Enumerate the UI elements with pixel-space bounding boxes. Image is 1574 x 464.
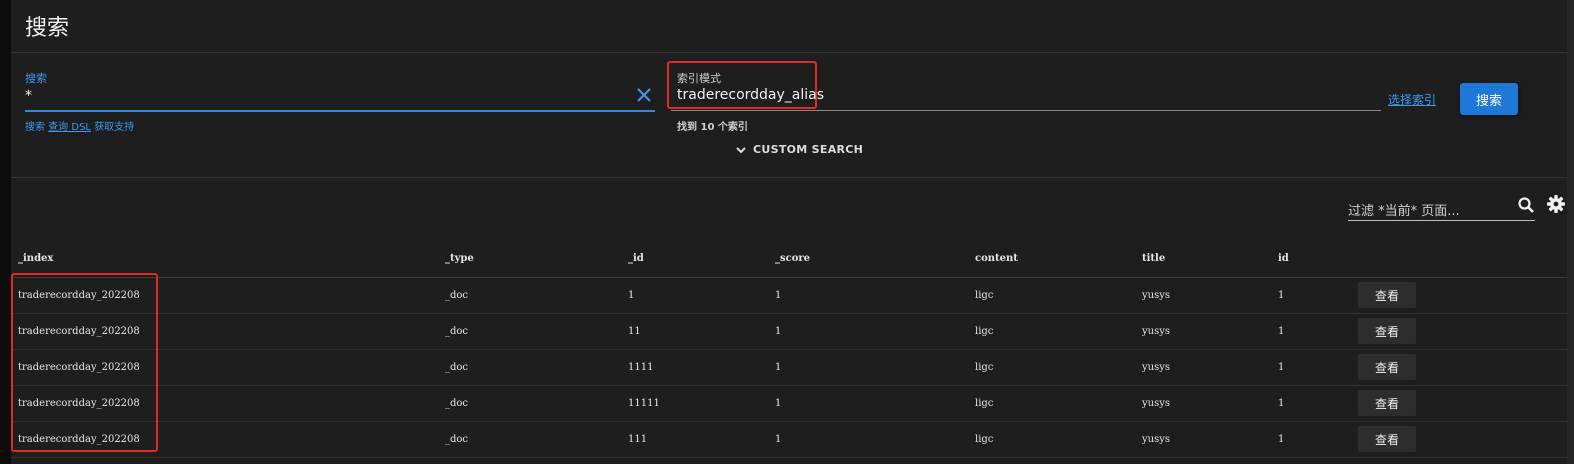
- search-link-label: 搜索: [25, 122, 45, 133]
- search-input[interactable]: 搜索 *: [25, 66, 655, 112]
- cell-score: 1: [775, 290, 782, 301]
- column-header-title[interactable]: title: [1142, 240, 1165, 277]
- cell-content: ligc: [975, 398, 994, 409]
- cell-content: ligc: [975, 290, 994, 301]
- close-icon[interactable]: [635, 86, 653, 104]
- section-divider: [11, 177, 1567, 178]
- cell-index: traderecordday_202208: [18, 290, 140, 301]
- table-row: traderecordday_202208 _doc 11 1 ligc yus…: [11, 314, 1567, 350]
- cell-content: ligc: [975, 362, 994, 373]
- column-header-score[interactable]: _score: [775, 240, 810, 277]
- cell-index: traderecordday_202208: [18, 326, 140, 337]
- cell-doc-id: 1: [1278, 326, 1285, 337]
- cell-type: _doc: [445, 434, 469, 445]
- table-row: traderecordday_202208 _doc 111 1 ligc yu…: [11, 422, 1567, 458]
- cell-title: yusys: [1142, 362, 1171, 373]
- cell-id: 1: [628, 290, 635, 301]
- cell-content: ligc: [975, 434, 994, 445]
- search-button[interactable]: 搜索: [1460, 83, 1518, 115]
- cell-title: yusys: [1142, 434, 1171, 445]
- cell-type: _doc: [445, 290, 469, 301]
- view-button[interactable]: 查看: [1358, 282, 1416, 308]
- table-row: traderecordday_202208 _doc 1111 1 ligc y…: [11, 350, 1567, 386]
- cell-type: _doc: [445, 326, 469, 337]
- search-input-label: 搜索: [25, 72, 47, 85]
- cell-score: 1: [775, 362, 782, 373]
- query-dsl-link[interactable]: 查询 DSL: [48, 122, 91, 133]
- table-row: traderecordday_202208 _doc 11111 1 ligc …: [11, 386, 1567, 422]
- left-strip: [0, 0, 11, 464]
- table-row: traderecordday_202208 _doc 1 1 ligc yusy…: [11, 278, 1567, 314]
- cell-content: ligc: [975, 326, 994, 337]
- get-support-link[interactable]: 获取支持: [94, 122, 134, 133]
- cell-score: 1: [775, 434, 782, 445]
- cell-id: 1111: [628, 362, 654, 373]
- column-header-type[interactable]: _type: [445, 240, 474, 277]
- cell-index: traderecordday_202208: [18, 398, 140, 409]
- custom-search-label: CUSTOM SEARCH: [753, 143, 864, 156]
- app-panel: 搜索 搜索 * 搜索 查询 DSL 获取支持 索引模式 traderecordd…: [11, 0, 1574, 464]
- scrollbar-track[interactable]: [1567, 0, 1574, 464]
- cell-type: _doc: [445, 362, 469, 373]
- results-table: _index _type _id _score content title id…: [11, 240, 1567, 458]
- cell-doc-id: 1: [1278, 290, 1285, 301]
- view-button[interactable]: 查看: [1358, 390, 1416, 416]
- table-header: _index _type _id _score content title id: [11, 240, 1567, 278]
- custom-search-toggle[interactable]: CUSTOM SEARCH: [735, 143, 863, 156]
- choose-index-link[interactable]: 选择索引: [1388, 91, 1436, 108]
- filter-placeholder: 过滤 *当前* 页面...: [1348, 204, 1460, 219]
- cell-title: yusys: [1142, 398, 1171, 409]
- column-header-doc-id[interactable]: id: [1278, 240, 1289, 277]
- cell-id: 11: [628, 326, 641, 337]
- cell-title: yusys: [1142, 290, 1171, 301]
- index-pattern-label: 索引模式: [677, 72, 721, 85]
- cell-score: 1: [775, 326, 782, 337]
- index-pattern-input[interactable]: 索引模式 traderecordday_alias: [667, 61, 1381, 111]
- view-button[interactable]: 查看: [1358, 318, 1416, 344]
- column-header-index[interactable]: _index: [18, 240, 53, 277]
- cell-doc-id: 1: [1278, 434, 1285, 445]
- cell-doc-id: 1: [1278, 398, 1285, 409]
- cell-index: traderecordday_202208: [18, 434, 140, 445]
- page-title: 搜索: [25, 16, 70, 41]
- column-header-content[interactable]: content: [975, 240, 1018, 277]
- page-header: 搜索: [11, 0, 1567, 53]
- search-links: 搜索 查询 DSL 获取支持: [25, 118, 134, 133]
- cell-id: 11111: [628, 398, 660, 409]
- view-button[interactable]: 查看: [1358, 354, 1416, 380]
- cell-doc-id: 1: [1278, 362, 1285, 373]
- view-button[interactable]: 查看: [1358, 426, 1416, 452]
- cell-score: 1: [775, 398, 782, 409]
- cell-index: traderecordday_202208: [18, 362, 140, 373]
- search-input-value[interactable]: *: [25, 88, 32, 104]
- cell-id: 111: [628, 434, 648, 445]
- found-indices-text: 找到 10 个索引: [677, 122, 748, 133]
- filter-input[interactable]: 过滤 *当前* 页面...: [1348, 192, 1535, 221]
- cell-title: yusys: [1142, 326, 1171, 337]
- index-pattern-value[interactable]: traderecordday_alias: [677, 87, 824, 103]
- chevron-down-icon: [736, 146, 746, 153]
- column-header-id[interactable]: _id: [628, 240, 644, 277]
- gear-icon[interactable]: [1546, 194, 1566, 214]
- cell-type: _doc: [445, 398, 469, 409]
- search-icon[interactable]: [1517, 196, 1535, 214]
